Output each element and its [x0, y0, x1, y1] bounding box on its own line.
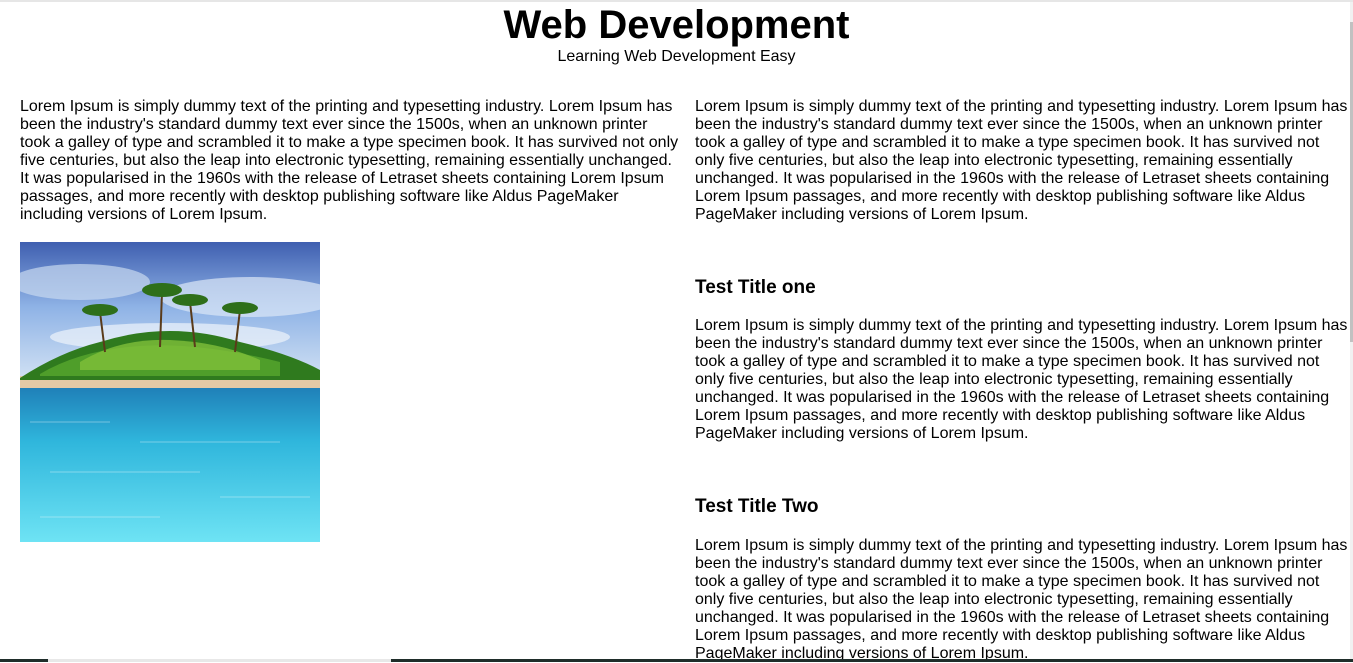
left-paragraph: Lorem Ipsum is simply dummy text of the …	[20, 98, 679, 223]
page-header: Web Development Learning Web Development…	[0, 4, 1353, 66]
right-column: Lorem Ipsum is simply dummy text of the …	[695, 98, 1350, 662]
page-title: Web Development	[503, 3, 850, 47]
left-column: Lorem Ipsum is simply dummy text of the …	[20, 98, 680, 542]
right-intro-paragraph: Lorem Ipsum is simply dummy text of the …	[695, 98, 1348, 223]
tropical-island-image	[20, 242, 320, 542]
section-body-one: Lorem Ipsum is simply dummy text of the …	[695, 317, 1348, 442]
page-subtitle: Learning Web Development Easy	[557, 48, 796, 65]
section-title-one: Test Title one	[695, 277, 816, 298]
page: Web Development Learning Web Development…	[0, 0, 1353, 662]
top-border	[0, 0, 1353, 2]
section-body-two: Lorem Ipsum is simply dummy text of the …	[695, 537, 1348, 662]
section-title-two: Test Title Two	[695, 496, 819, 517]
